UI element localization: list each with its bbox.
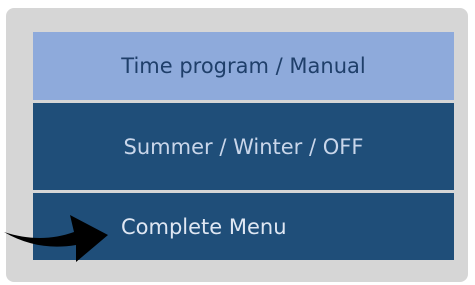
menu-item-label: Time program / Manual [121, 54, 366, 78]
curved-arrow-icon [4, 215, 108, 262]
menu-item-label: Complete Menu [121, 214, 287, 239]
menu-item-time-program-manual[interactable]: Time program / Manual [33, 32, 454, 100]
menu-item-summer-winter-off[interactable]: Summer / Winter / OFF [33, 103, 454, 190]
menu-item-label: Summer / Winter / OFF [123, 134, 364, 159]
